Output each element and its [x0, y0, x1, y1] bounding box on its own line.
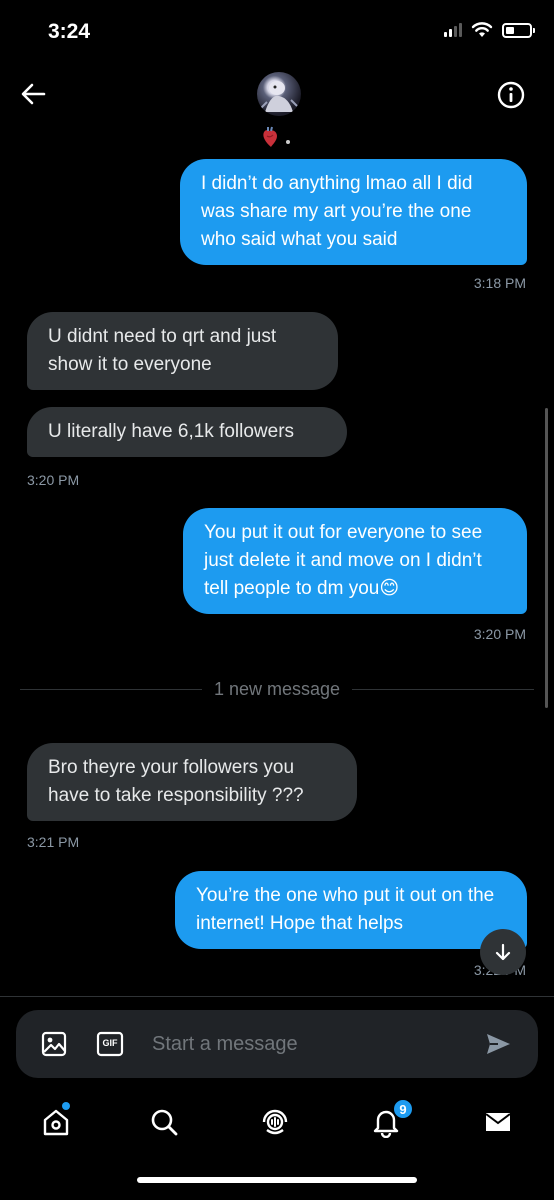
separator-dot: [286, 140, 290, 144]
battery-icon: [502, 22, 535, 38]
message-timestamp: 3:18 PM: [473, 275, 526, 291]
tab-search[interactable]: [147, 1102, 181, 1142]
add-gif-button[interactable]: GIF: [96, 1030, 124, 1058]
home-unread-dot: [62, 1102, 70, 1110]
outgoing-message[interactable]: You put it out for everyone to see just …: [183, 508, 527, 614]
new-message-divider: 1 new message: [20, 678, 535, 699]
message-timestamp: 3:21 PM: [27, 834, 80, 850]
tab-spaces[interactable]: [258, 1102, 292, 1142]
scrollbar[interactable]: [545, 408, 548, 708]
tab-bar: [0, 1100, 554, 1150]
gif-label: GIF: [102, 1038, 118, 1048]
notification-badge: 9: [392, 1098, 414, 1120]
anatomical-heart-icon: [263, 126, 277, 147]
incoming-message[interactable]: U literally have 6,1k followers: [27, 407, 347, 457]
back-button[interactable]: [18, 78, 50, 110]
scroll-to-bottom-button[interactable]: [480, 929, 526, 975]
composer-divider: [0, 996, 554, 997]
messages-icon: [485, 1113, 511, 1131]
wifi-icon: [471, 22, 493, 37]
outgoing-message[interactable]: I didn’t do anything lmao all I did was …: [180, 159, 527, 265]
avatar-image: [260, 81, 298, 112]
info-circle-icon: [497, 81, 525, 109]
spaces-icon: [262, 1109, 288, 1135]
status-time: 3:24: [48, 20, 91, 43]
arrow-down-icon: [495, 943, 511, 961]
cellular-signal-icon: [444, 23, 462, 37]
incoming-message[interactable]: Bro theyre your followers you have to ta…: [27, 743, 357, 821]
message-composer: GIF: [16, 1010, 538, 1078]
message-timestamp: 3:20 PM: [27, 472, 80, 488]
home-indicator[interactable]: [137, 1177, 417, 1183]
image-icon: [41, 1031, 67, 1057]
conversation-name[interactable]: [262, 126, 290, 148]
send-icon: [487, 1034, 510, 1054]
conversation-avatar[interactable]: [257, 72, 301, 116]
add-media-button[interactable]: [40, 1030, 68, 1058]
tab-messages[interactable]: [481, 1102, 515, 1142]
search-icon: [151, 1109, 178, 1136]
outgoing-message[interactable]: You’re the one who put it out on the int…: [175, 871, 527, 949]
home-icon: [43, 1109, 69, 1136]
send-button[interactable]: [484, 1030, 512, 1058]
message-timestamp: 3:20 PM: [473, 626, 526, 642]
incoming-message[interactable]: U didnt need to qrt and just show it to …: [27, 312, 338, 390]
arrow-left-icon: [21, 83, 46, 105]
message-input[interactable]: [152, 1024, 452, 1064]
status-icons: [444, 22, 535, 38]
info-button[interactable]: [496, 80, 526, 110]
new-message-label: 1 new message: [213, 678, 341, 699]
